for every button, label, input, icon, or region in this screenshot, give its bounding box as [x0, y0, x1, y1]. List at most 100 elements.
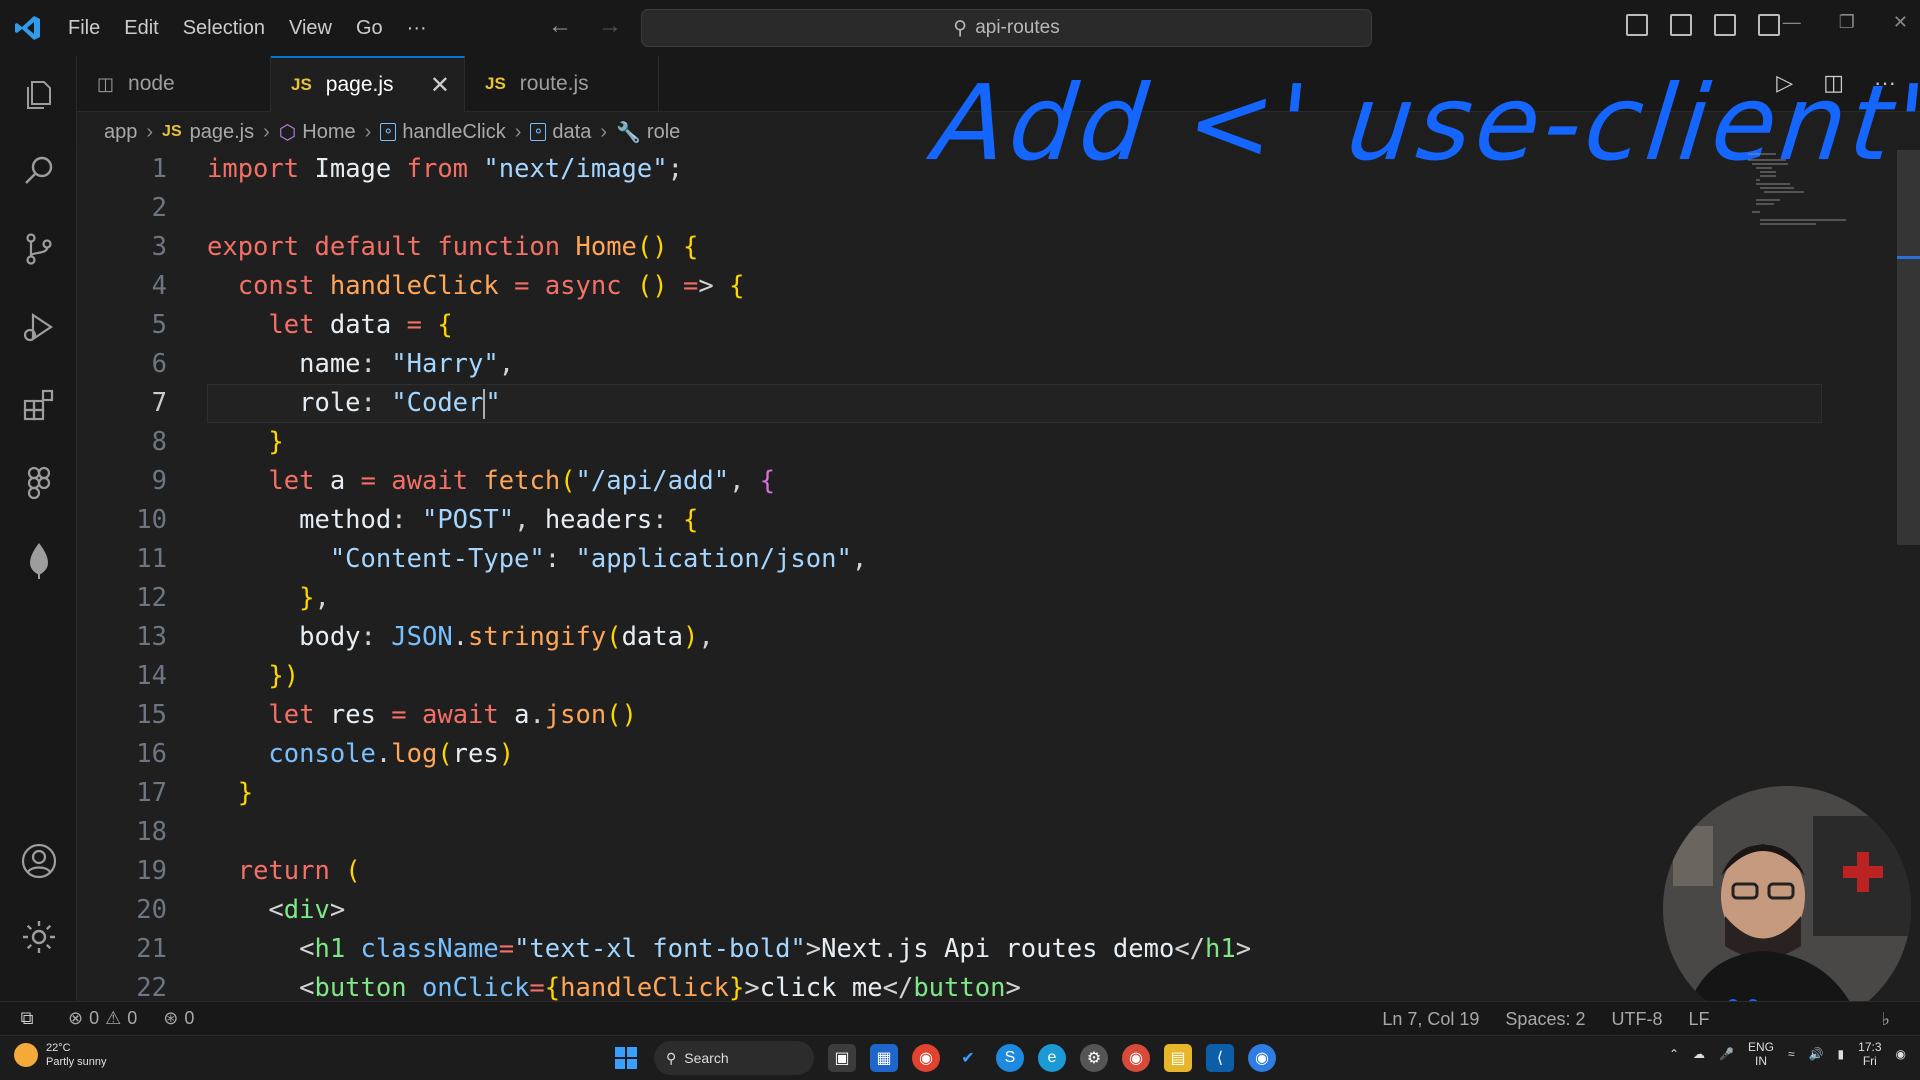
settings-app-icon[interactable]: ⚙ [1080, 1044, 1108, 1072]
code-line[interactable]: 5 let data = { [77, 306, 1920, 345]
code-line[interactable]: 22 <button onClick={handleClick}>click m… [77, 969, 1920, 1001]
tab-page-js[interactable]: JS page.js ✕ [271, 56, 465, 112]
accounts-icon[interactable] [18, 840, 60, 882]
code-line[interactable]: 8 } [77, 423, 1920, 462]
code-line[interactable]: 4 const handleClick = async () => { [77, 267, 1920, 306]
code-line[interactable]: 17 } [77, 774, 1920, 813]
menu-more[interactable]: ··· [395, 0, 439, 56]
code-line[interactable]: 3 export default function Home() { [77, 228, 1920, 267]
code-line[interactable]: 15 let res = await a.json() [77, 696, 1920, 735]
code-line[interactable]: 12 }, [77, 579, 1920, 618]
onedrive-icon[interactable]: ☁ [1693, 1047, 1705, 1061]
file-explorer-icon[interactable]: ▤ [1164, 1044, 1192, 1072]
run-debug-icon[interactable] [18, 306, 60, 348]
code-editor[interactable]: 1 import Image from "next/image"; 2 3 export… [77, 150, 1920, 1001]
code-text: let res = await a.json() [268, 700, 637, 730]
code-line[interactable]: 18 [77, 813, 1920, 852]
menu-edit[interactable]: Edit [112, 0, 170, 56]
code-line[interactable]: 20 <div> [77, 891, 1920, 930]
restore-icon[interactable]: ❐ [1839, 12, 1855, 33]
task-view-icon[interactable]: ▣ [828, 1044, 856, 1072]
code-line[interactable]: 16 console.log(res) [77, 735, 1920, 774]
code-line[interactable]: 10 method: "POST", headers: { [77, 501, 1920, 540]
code-line[interactable]: 2 [77, 189, 1920, 228]
chevron-up-icon[interactable]: ⌃ [1669, 1047, 1679, 1061]
battery-icon[interactable]: ▮ [1838, 1047, 1845, 1061]
toggle-secondary-sidebar-icon[interactable] [1714, 14, 1736, 36]
weather-condition: Partly sunny [46, 1056, 107, 1068]
extensions-icon[interactable] [18, 384, 60, 426]
line-number: 18 [136, 817, 167, 847]
back-arrow-icon[interactable]: ← [548, 12, 572, 40]
code-line[interactable]: 11 "Content-Type": "application/json", [77, 540, 1920, 579]
breadcrumb-handleclick[interactable]: handleClick [402, 121, 505, 144]
windows-start-icon[interactable] [612, 1044, 640, 1072]
toggle-sidebar-icon[interactable] [1626, 14, 1648, 36]
input-language[interactable]: ENG IN [1748, 1040, 1774, 1068]
search-view-icon[interactable] [18, 150, 60, 192]
code-line[interactable]: 13 body: JSON.stringify(data), [77, 618, 1920, 657]
command-center[interactable]: ⚲ api-routes [641, 9, 1372, 47]
tab-node[interactable]: ◫ node [77, 56, 271, 112]
customize-layout-icon[interactable] [1758, 14, 1780, 36]
code-line[interactable]: 21 <h1 className="text-xl font-bold">Nex… [77, 930, 1920, 969]
microphone-icon[interactable]: 🎤 [1719, 1047, 1734, 1061]
minimize-icon[interactable]: — [1783, 12, 1801, 33]
settings-gear-icon[interactable] [18, 916, 60, 958]
todo-icon[interactable]: ✔ [954, 1044, 982, 1072]
source-control-icon[interactable] [18, 228, 60, 270]
problems-indicator[interactable]: ⊗ 0 ⚠ 0 [68, 1008, 137, 1029]
code-line[interactable]: 7 role: "Coder" [77, 384, 1920, 423]
code-text: name: "Harry", [299, 349, 515, 379]
cursor-position[interactable]: Ln 7, Col 19 [1382, 1009, 1479, 1030]
ports-indicator[interactable]: ⊛ 0 [163, 1008, 194, 1029]
clock[interactable]: 17:3 Fri [1858, 1040, 1881, 1068]
menu-view[interactable]: View [277, 0, 344, 56]
indentation[interactable]: Spaces: 2 [1505, 1009, 1585, 1030]
breadcrumb-home[interactable]: Home [302, 121, 355, 144]
code-line[interactable]: 6 name: "Harry", [77, 345, 1920, 384]
wifi-icon[interactable]: ≈ [1788, 1047, 1795, 1061]
search-icon: ⚲ [953, 17, 968, 39]
code-text: "Content-Type": "application/json", [329, 544, 868, 574]
breadcrumb-data[interactable]: data [552, 121, 591, 144]
close-tab-icon[interactable]: ✕ [430, 71, 450, 100]
code-line[interactable]: 19 return ( [77, 852, 1920, 891]
menu-go[interactable]: Go [344, 0, 395, 56]
mongodb-icon[interactable] [18, 540, 60, 582]
minimap[interactable] [1746, 150, 1856, 230]
variable-symbol-icon: ∘ [380, 123, 397, 141]
weather-widget[interactable]: 22°C Partly sunny [14, 1041, 107, 1069]
notifications-bell-icon[interactable]: ♭ [1882, 1009, 1891, 1030]
chevron-right-icon: › [364, 120, 372, 143]
notification-icon[interactable]: ◉ [1896, 1047, 1906, 1061]
remote-indicator-icon[interactable]: ⧉ [0, 1002, 54, 1036]
code-line[interactable]: 9 let a = await fetch("/api/add", { [77, 462, 1920, 501]
code-line[interactable]: 14 }) [77, 657, 1920, 696]
figma-icon[interactable] [18, 462, 60, 504]
breadcrumb-app[interactable]: app [104, 121, 137, 144]
chrome-canary-icon[interactable]: ◉ [1248, 1044, 1276, 1072]
skype-icon[interactable]: S [996, 1044, 1024, 1072]
menu-selection[interactable]: Selection [171, 0, 277, 56]
edge-icon[interactable]: e [1038, 1044, 1066, 1072]
editor-scrollbar[interactable] [1897, 150, 1920, 545]
line-number: 7 [151, 388, 167, 418]
close-window-icon[interactable]: ✕ [1893, 12, 1908, 33]
breadcrumb-role[interactable]: role [647, 121, 680, 144]
vscode-taskbar-icon[interactable]: ⟨ [1206, 1044, 1234, 1072]
calendar-app-icon[interactable]: ▦ [870, 1044, 898, 1072]
chrome-profile-icon[interactable]: ◉ [1122, 1044, 1150, 1072]
breadcrumb-page-js[interactable]: page.js [190, 121, 255, 144]
explorer-icon[interactable] [18, 74, 60, 116]
line-number: 14 [136, 661, 167, 691]
menu-file[interactable]: File [56, 0, 112, 56]
toggle-panel-icon[interactable] [1670, 14, 1692, 36]
end-of-line[interactable]: LF [1688, 1009, 1709, 1030]
forward-arrow-icon[interactable]: → [598, 12, 622, 40]
tab-route-js[interactable]: JS route.js [465, 56, 659, 112]
taskbar-search[interactable]: ⚲ Search [654, 1041, 814, 1075]
volume-icon[interactable]: 🔊 [1809, 1047, 1824, 1061]
chrome-icon[interactable]: ◉ [912, 1044, 940, 1072]
encoding[interactable]: UTF-8 [1611, 1009, 1662, 1030]
